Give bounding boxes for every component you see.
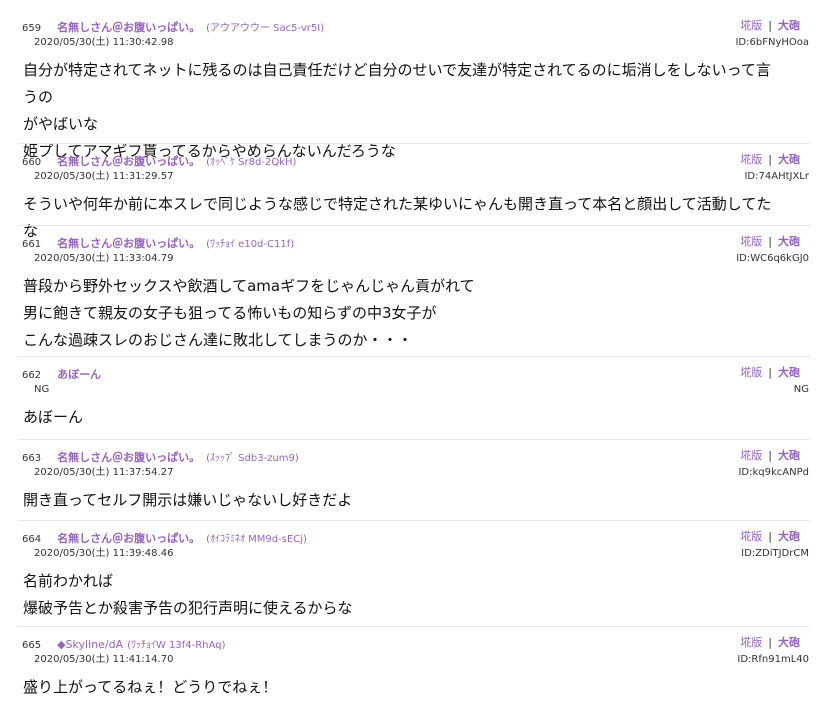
poster-trip: (アウアウウー Sac5-vr5I) xyxy=(206,23,325,34)
post-id: ID:kq9kcANPd xyxy=(738,467,809,478)
post-660: 660 名無しさん＠お腹いっぱい。 (ｵｯﾍﾟｹ Sr8d-2QkH) 2020/… xyxy=(18,143,810,240)
post-664: 664 名無しさん＠お腹いっぱい。 (ｵｲｺﾗﾐﾈｵ MM9d-sECj) 202… xyxy=(18,520,810,626)
post-id: ID:74AHtJXLr xyxy=(744,171,809,182)
poster-trip: (ﾜｯﾁｮｲ e10d-C11f) xyxy=(206,239,295,250)
separator: | xyxy=(768,366,772,379)
taiho-link[interactable]: 大砲 xyxy=(778,530,800,543)
post-line: 盛り上がってるねぇ！どうりでねぇ！ xyxy=(23,678,278,696)
post-662: 662 あぼーん NG 埖版 | 大砲 NG あぼーん xyxy=(18,356,810,439)
poster-name: 名無しさん＠お腹いっぱい。 xyxy=(57,237,201,250)
ita-link[interactable]: 埖版 xyxy=(740,19,762,32)
poster-name: ◆Skyline/dA (ﾜｯﾁｮｲW 13f4-RhAq) xyxy=(57,638,225,651)
poster-trip: (ｽｯｯﾌﾟ Sdb3-zum9) xyxy=(206,453,299,464)
post-number[interactable]: 663 xyxy=(22,452,52,466)
post-date: 2020/05/30(土) 11:30:42.98 xyxy=(34,37,174,48)
post-actions: 埖版 | 大砲 xyxy=(740,153,800,167)
ita-link[interactable]: 埖版 xyxy=(740,530,762,543)
taiho-link[interactable]: 大砲 xyxy=(778,636,800,649)
post-header: 661 名無しさん＠お腹いっぱい。 (ﾜｯﾁｮｲ e10d-C11f) xyxy=(22,235,295,252)
separator: | xyxy=(768,235,772,248)
post-659: 659 名無しさん＠お腹いっぱい。 (アウアウウー Sac5-vr5I) 2020… xyxy=(18,10,810,160)
post-line: 名前わかれば xyxy=(23,572,114,590)
poster-trip: (ﾜｯﾁｮｲW 13f4-RhAq) xyxy=(127,640,226,651)
taiho-link[interactable]: 大砲 xyxy=(778,235,800,248)
taiho-link[interactable]: 大砲 xyxy=(778,19,800,32)
ita-link[interactable]: 埖版 xyxy=(740,449,762,462)
post-line: あぼーん xyxy=(23,408,84,426)
poster-name: あぼーん xyxy=(57,368,102,381)
poster-name-text: ◆Skyline/dA xyxy=(57,638,124,651)
post-661: 661 名無しさん＠お腹いっぱい。 (ﾜｯﾁｮｲ e10d-C11f) 2020/… xyxy=(18,225,810,356)
post-date: 2020/05/30(土) 11:31:29.57 xyxy=(34,171,174,182)
post-id: NG xyxy=(793,384,809,395)
poster-name: 名無しさん＠お腹いっぱい。 xyxy=(57,451,201,464)
post-header: 659 名無しさん＠お腹いっぱい。 (アウアウウー Sac5-vr5I) xyxy=(22,19,325,36)
post-header: 665 ◆Skyline/dA (ﾜｯﾁｮｲW 13f4-RhAq) xyxy=(22,636,225,653)
post-header: 663 名無しさん＠お腹いっぱい。 (ｽｯｯﾌﾟ Sdb3-zum9) xyxy=(22,449,299,466)
poster-trip: (ｵｯﾍﾟｹ Sr8d-2QkH) xyxy=(206,157,297,168)
post-number[interactable]: 660 xyxy=(22,156,52,170)
post-number[interactable]: 665 xyxy=(22,639,52,653)
taiho-link[interactable]: 大砲 xyxy=(778,449,800,462)
post-actions: 埖版 | 大砲 xyxy=(740,235,800,249)
poster-trip: (ｵｲｺﾗﾐﾈｵ MM9d-sECj) xyxy=(206,534,307,545)
poster-name: 名無しさん＠お腹いっぱい。 xyxy=(57,21,201,34)
post-actions: 埖版 | 大砲 xyxy=(740,449,800,463)
ita-link[interactable]: 埖版 xyxy=(740,366,762,379)
ita-link[interactable]: 埖版 xyxy=(740,636,762,649)
post-line: 爆破予告とか殺害予告の犯行声明に使えるからな xyxy=(23,599,353,617)
taiho-link[interactable]: 大砲 xyxy=(778,153,800,166)
post-date: 2020/05/30(土) 11:39:48.46 xyxy=(34,548,174,559)
post-body: 名前わかれば 爆破予告とか殺害予告の犯行声明に使えるからな xyxy=(23,568,783,622)
post-line: がやばいな xyxy=(23,115,99,133)
post-date: 2020/05/30(土) 11:37:54.27 xyxy=(34,467,174,478)
post-actions: 埖版 | 大砲 xyxy=(740,19,800,33)
separator: | xyxy=(768,19,772,32)
post-actions: 埖版 | 大砲 xyxy=(740,636,800,650)
ita-link[interactable]: 埖版 xyxy=(740,235,762,248)
post-body: あぼーん xyxy=(23,404,783,431)
post-header: 662 あぼーん xyxy=(22,366,102,383)
post-header: 664 名無しさん＠お腹いっぱい。 (ｵｲｺﾗﾐﾈｵ MM9d-sECj) xyxy=(22,530,307,547)
separator: | xyxy=(768,530,772,543)
post-actions: 埖版 | 大砲 xyxy=(740,366,800,380)
post-line: こんな過疎スレのおじさん達に敗北してしまうのか・・・ xyxy=(23,331,413,349)
post-header: 660 名無しさん＠お腹いっぱい。 (ｵｯﾍﾟｹ Sr8d-2QkH) xyxy=(22,153,297,170)
post-body: 開き直ってセルフ開示は嫌いじゃないし好きだよ xyxy=(23,487,783,514)
post-number[interactable]: 659 xyxy=(22,22,52,36)
post-number[interactable]: 661 xyxy=(22,238,52,252)
ita-link[interactable]: 埖版 xyxy=(740,153,762,166)
separator: | xyxy=(768,449,772,462)
thread: 659 名無しさん＠お腹いっぱい。 (アウアウウー Sac5-vr5I) 2020… xyxy=(18,0,810,708)
post-line: 自分が特定されてネットに残るのは自己責任だけど自分のせいで友達が特定されてるのに… xyxy=(23,61,771,106)
post-id: ID:WC6q6kGJ0 xyxy=(736,253,809,264)
post-number[interactable]: 662 xyxy=(22,369,52,383)
poster-name: 名無しさん＠お腹いっぱい。 xyxy=(57,532,201,545)
post-id: ID:6bFNyHOoa xyxy=(735,37,809,48)
post-actions: 埖版 | 大砲 xyxy=(740,530,800,544)
post-id: ID:ZDiTJDrCM xyxy=(741,548,809,559)
post-number[interactable]: 664 xyxy=(22,533,52,547)
taiho-link[interactable]: 大砲 xyxy=(778,366,800,379)
post-663: 663 名無しさん＠お腹いっぱい。 (ｽｯｯﾌﾟ Sdb3-zum9) 2020/… xyxy=(18,439,810,520)
post-id: ID:Rfn91mL40 xyxy=(737,654,809,665)
separator: | xyxy=(768,636,772,649)
separator: | xyxy=(768,153,772,166)
poster-name: 名無しさん＠お腹いっぱい。 xyxy=(57,155,201,168)
post-date: 2020/05/30(土) 11:41:14.70 xyxy=(34,654,174,665)
post-line: 開き直ってセルフ開示は嫌いじゃないし好きだよ xyxy=(23,491,353,509)
post-line: 男に飽きて親友の女子も狙ってる怖いもの知らずの中3女子が xyxy=(23,304,437,322)
post-date: NG xyxy=(34,384,50,395)
post-date: 2020/05/30(土) 11:33:04.79 xyxy=(34,253,174,264)
post-665: 665 ◆Skyline/dA (ﾜｯﾁｮｲW 13f4-RhAq) 2020/0… xyxy=(18,626,810,708)
post-body: 盛り上がってるねぇ！どうりでねぇ！ xyxy=(23,674,783,701)
post-line: 普段から野外セックスや飲酒してamaギフをじゃんじゃん貢がれて xyxy=(23,277,475,295)
post-body: 普段から野外セックスや飲酒してamaギフをじゃんじゃん貢がれて 男に飽きて親友の… xyxy=(23,273,783,354)
